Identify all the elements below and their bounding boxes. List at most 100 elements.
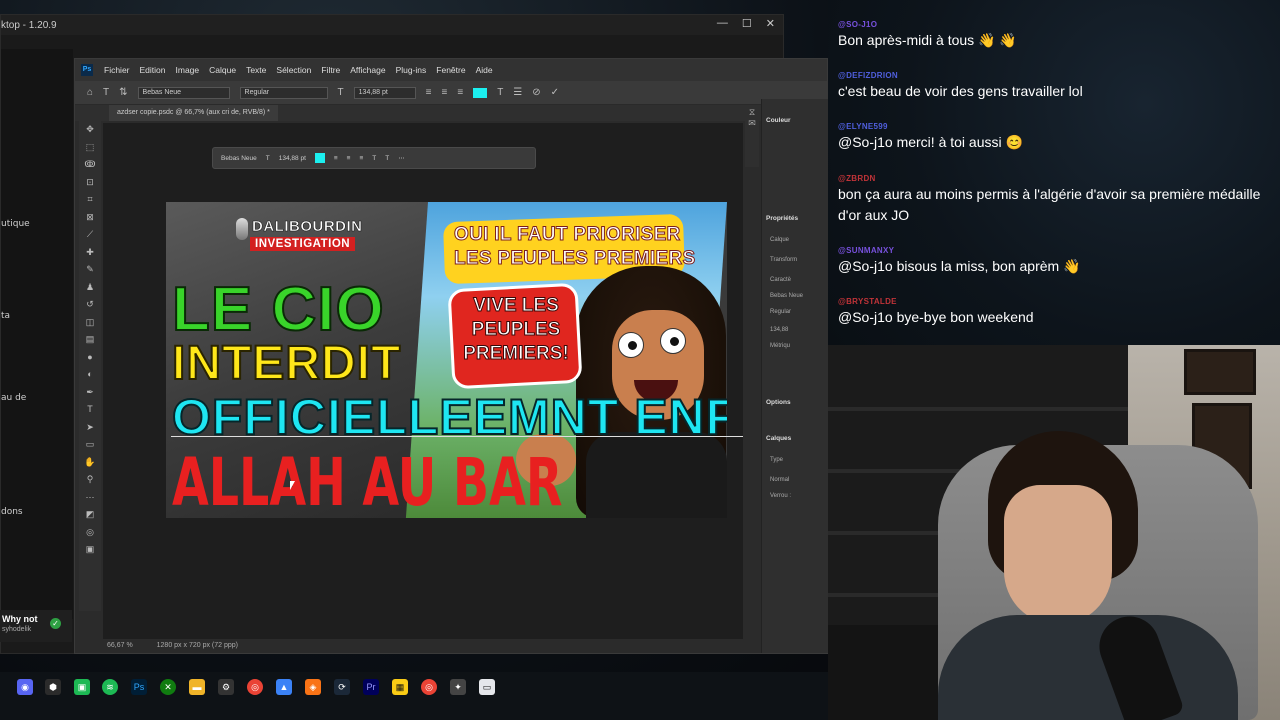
headline-line-3[interactable]: OFFICIELLEEMNT ENFII bbox=[171, 388, 727, 446]
character-section[interactable]: Caractè bbox=[770, 277, 791, 283]
blend-mode-select[interactable]: Normal bbox=[770, 477, 789, 483]
color-panel-title[interactable]: Couleur bbox=[766, 117, 791, 124]
font-family-select[interactable]: Bebas Neue bbox=[137, 86, 230, 99]
more-tools-icon[interactable]: ⋯ bbox=[79, 489, 101, 507]
crop-tool-icon[interactable]: ⌗ bbox=[79, 191, 101, 209]
frame-tool-icon[interactable]: ⊠ bbox=[79, 209, 101, 227]
spotify-icon[interactable]: ≋ bbox=[102, 679, 118, 695]
warp-text-icon[interactable]: T bbox=[497, 87, 503, 98]
layer-filter[interactable]: Type bbox=[770, 457, 783, 463]
menu-affichage[interactable]: Affichage bbox=[345, 65, 390, 75]
align-left-icon[interactable]: ≡ bbox=[426, 87, 432, 98]
menu-selection[interactable]: Sélection bbox=[271, 65, 316, 75]
float-align-left-icon[interactable]: ≡ bbox=[334, 155, 338, 162]
chrome-icon[interactable]: ◎ bbox=[247, 679, 263, 695]
comments-icon[interactable]: ✉ bbox=[745, 118, 759, 129]
zoom-level[interactable]: 66,67 % bbox=[107, 642, 133, 649]
commit-icon[interactable]: ✓ bbox=[551, 87, 559, 98]
object-select-tool-icon[interactable]: ⊡ bbox=[79, 174, 101, 192]
float-align-right-icon[interactable]: ≡ bbox=[359, 155, 363, 162]
marquee-tool-icon[interactable]: ⬚ bbox=[79, 139, 101, 157]
text-tool-icon[interactable]: T bbox=[103, 87, 109, 98]
shape-tool-icon[interactable]: ▭ bbox=[79, 436, 101, 454]
document-info: 1280 px x 720 px (72 ppp) bbox=[156, 642, 238, 649]
history-brush-tool-icon[interactable]: ↺ bbox=[79, 296, 101, 314]
settings-icon[interactable]: ⚙ bbox=[218, 679, 234, 695]
font-style-select[interactable]: Regular bbox=[239, 86, 328, 99]
premiere-icon[interactable]: Pr bbox=[363, 679, 379, 695]
document-tab[interactable]: azdser copie.psdc @ 66,7% (aux cri de, R… bbox=[109, 105, 278, 121]
move-tool-icon[interactable]: ✥ bbox=[79, 121, 101, 139]
xbox-icon[interactable]: ✕ bbox=[160, 679, 176, 695]
quick-mask-icon[interactable]: ◎ bbox=[79, 524, 101, 542]
eraser-tool-icon[interactable]: ◫ bbox=[79, 314, 101, 332]
maximize-icon[interactable]: ☐ bbox=[742, 17, 752, 30]
app-icon[interactable]: ▣ bbox=[74, 679, 90, 695]
menu-filtre[interactable]: Filtre bbox=[316, 65, 345, 75]
float-color-swatch[interactable] bbox=[314, 153, 325, 163]
gradient-tool-icon[interactable]: ▤ bbox=[79, 331, 101, 349]
notes-icon[interactable]: ▦ bbox=[392, 679, 408, 695]
pen-tool-icon[interactable]: ✒ bbox=[79, 384, 101, 402]
path-select-tool-icon[interactable]: ➤ bbox=[79, 419, 101, 437]
float-align-center-icon[interactable]: ≡ bbox=[347, 155, 351, 162]
eyedropper-tool-icon[interactable]: ⟋ bbox=[79, 226, 101, 244]
float-font-size[interactable]: 134,88 pt bbox=[279, 155, 306, 162]
minimize-icon[interactable]: — bbox=[717, 17, 728, 30]
panel-font-style[interactable]: Regular bbox=[770, 309, 791, 315]
float-warp-icon[interactable]: T bbox=[372, 155, 376, 162]
align-center-icon[interactable]: ≡ bbox=[442, 87, 448, 98]
layers-panel-title[interactable]: Calques bbox=[766, 435, 791, 442]
dodge-tool-icon[interactable]: ◐ bbox=[79, 366, 101, 384]
float-font-family[interactable]: Bebas Neue bbox=[221, 155, 257, 162]
chrome-alt-icon[interactable]: ◎ bbox=[421, 679, 437, 695]
cancel-icon[interactable]: ⊘ bbox=[532, 87, 540, 98]
hand-tool-icon[interactable]: ✋ bbox=[79, 454, 101, 472]
menu-plugins[interactable]: Plug-ins bbox=[391, 65, 432, 75]
font-size-select[interactable]: 134,88 pt bbox=[353, 86, 416, 99]
character-panel-icon[interactable]: ☰ bbox=[513, 87, 522, 98]
menu-edition[interactable]: Edition bbox=[135, 65, 171, 75]
type-tool-icon[interactable]: T bbox=[79, 401, 101, 419]
lasso-tool-icon[interactable]: ↂ bbox=[79, 156, 101, 174]
menu-fichier[interactable]: Fichier bbox=[99, 65, 135, 75]
notification-card[interactable]: Why not syhodelik ✓ bbox=[0, 610, 72, 642]
game-icon[interactable]: ✦ bbox=[450, 679, 466, 695]
panel-metrics[interactable]: Métriqu bbox=[770, 343, 790, 349]
float-style-icon[interactable]: T bbox=[385, 155, 389, 162]
brush-tool-icon[interactable]: ✎ bbox=[79, 261, 101, 279]
color-swatches-icon[interactable]: ◩ bbox=[79, 506, 101, 524]
screen-mode-icon[interactable]: ▣ bbox=[79, 541, 101, 559]
float-more-icon[interactable]: ⋯ bbox=[398, 154, 405, 162]
background-app-titlebar[interactable]: ktop - 1.20.9 bbox=[1, 15, 783, 35]
text-orientation-icon[interactable]: ⇅ bbox=[119, 87, 127, 98]
photoshop-icon[interactable]: Ps bbox=[131, 679, 147, 695]
panel-font-size[interactable]: 134,88 bbox=[770, 327, 788, 333]
panel-font-family[interactable]: Bebas Neue bbox=[770, 293, 803, 299]
photos-icon[interactable]: ▲ bbox=[276, 679, 292, 695]
menu-calque[interactable]: Calque bbox=[204, 65, 241, 75]
steam-icon[interactable]: ⟳ bbox=[334, 679, 350, 695]
text-color-swatch[interactable] bbox=[473, 87, 488, 98]
obs-icon[interactable]: ◈ bbox=[305, 679, 321, 695]
stamp-tool-icon[interactable]: ♟ bbox=[79, 279, 101, 297]
menu-fenetre[interactable]: Fenêtre bbox=[431, 65, 470, 75]
options-section[interactable]: Options bbox=[766, 399, 791, 406]
properties-panel-title[interactable]: Propriétés bbox=[766, 215, 798, 222]
healing-tool-icon[interactable]: ✚ bbox=[79, 244, 101, 262]
menu-aide[interactable]: Aide bbox=[471, 65, 498, 75]
box-icon[interactable]: ▭ bbox=[479, 679, 495, 695]
home-icon[interactable]: ⌂ bbox=[87, 87, 93, 98]
align-right-icon[interactable]: ≡ bbox=[457, 87, 463, 98]
folder-icon[interactable]: ▬ bbox=[189, 679, 205, 695]
thumbnail-canvas[interactable]: DALIBOURDIN INVESTIGATION OUI IL FAUT PR… bbox=[166, 202, 727, 518]
zoom-tool-icon[interactable]: ⚲ bbox=[79, 471, 101, 489]
menu-image[interactable]: Image bbox=[171, 65, 205, 75]
close-icon[interactable]: ✕ bbox=[766, 17, 775, 30]
menu-texte[interactable]: Texte bbox=[241, 65, 271, 75]
transform-section[interactable]: Transform bbox=[770, 257, 797, 263]
discord-icon[interactable]: ◉ bbox=[17, 679, 33, 695]
privacy-icon[interactable]: ⬢ bbox=[45, 679, 61, 695]
history-icon[interactable]: ⧖ bbox=[745, 107, 759, 118]
blur-tool-icon[interactable]: ● bbox=[79, 349, 101, 367]
